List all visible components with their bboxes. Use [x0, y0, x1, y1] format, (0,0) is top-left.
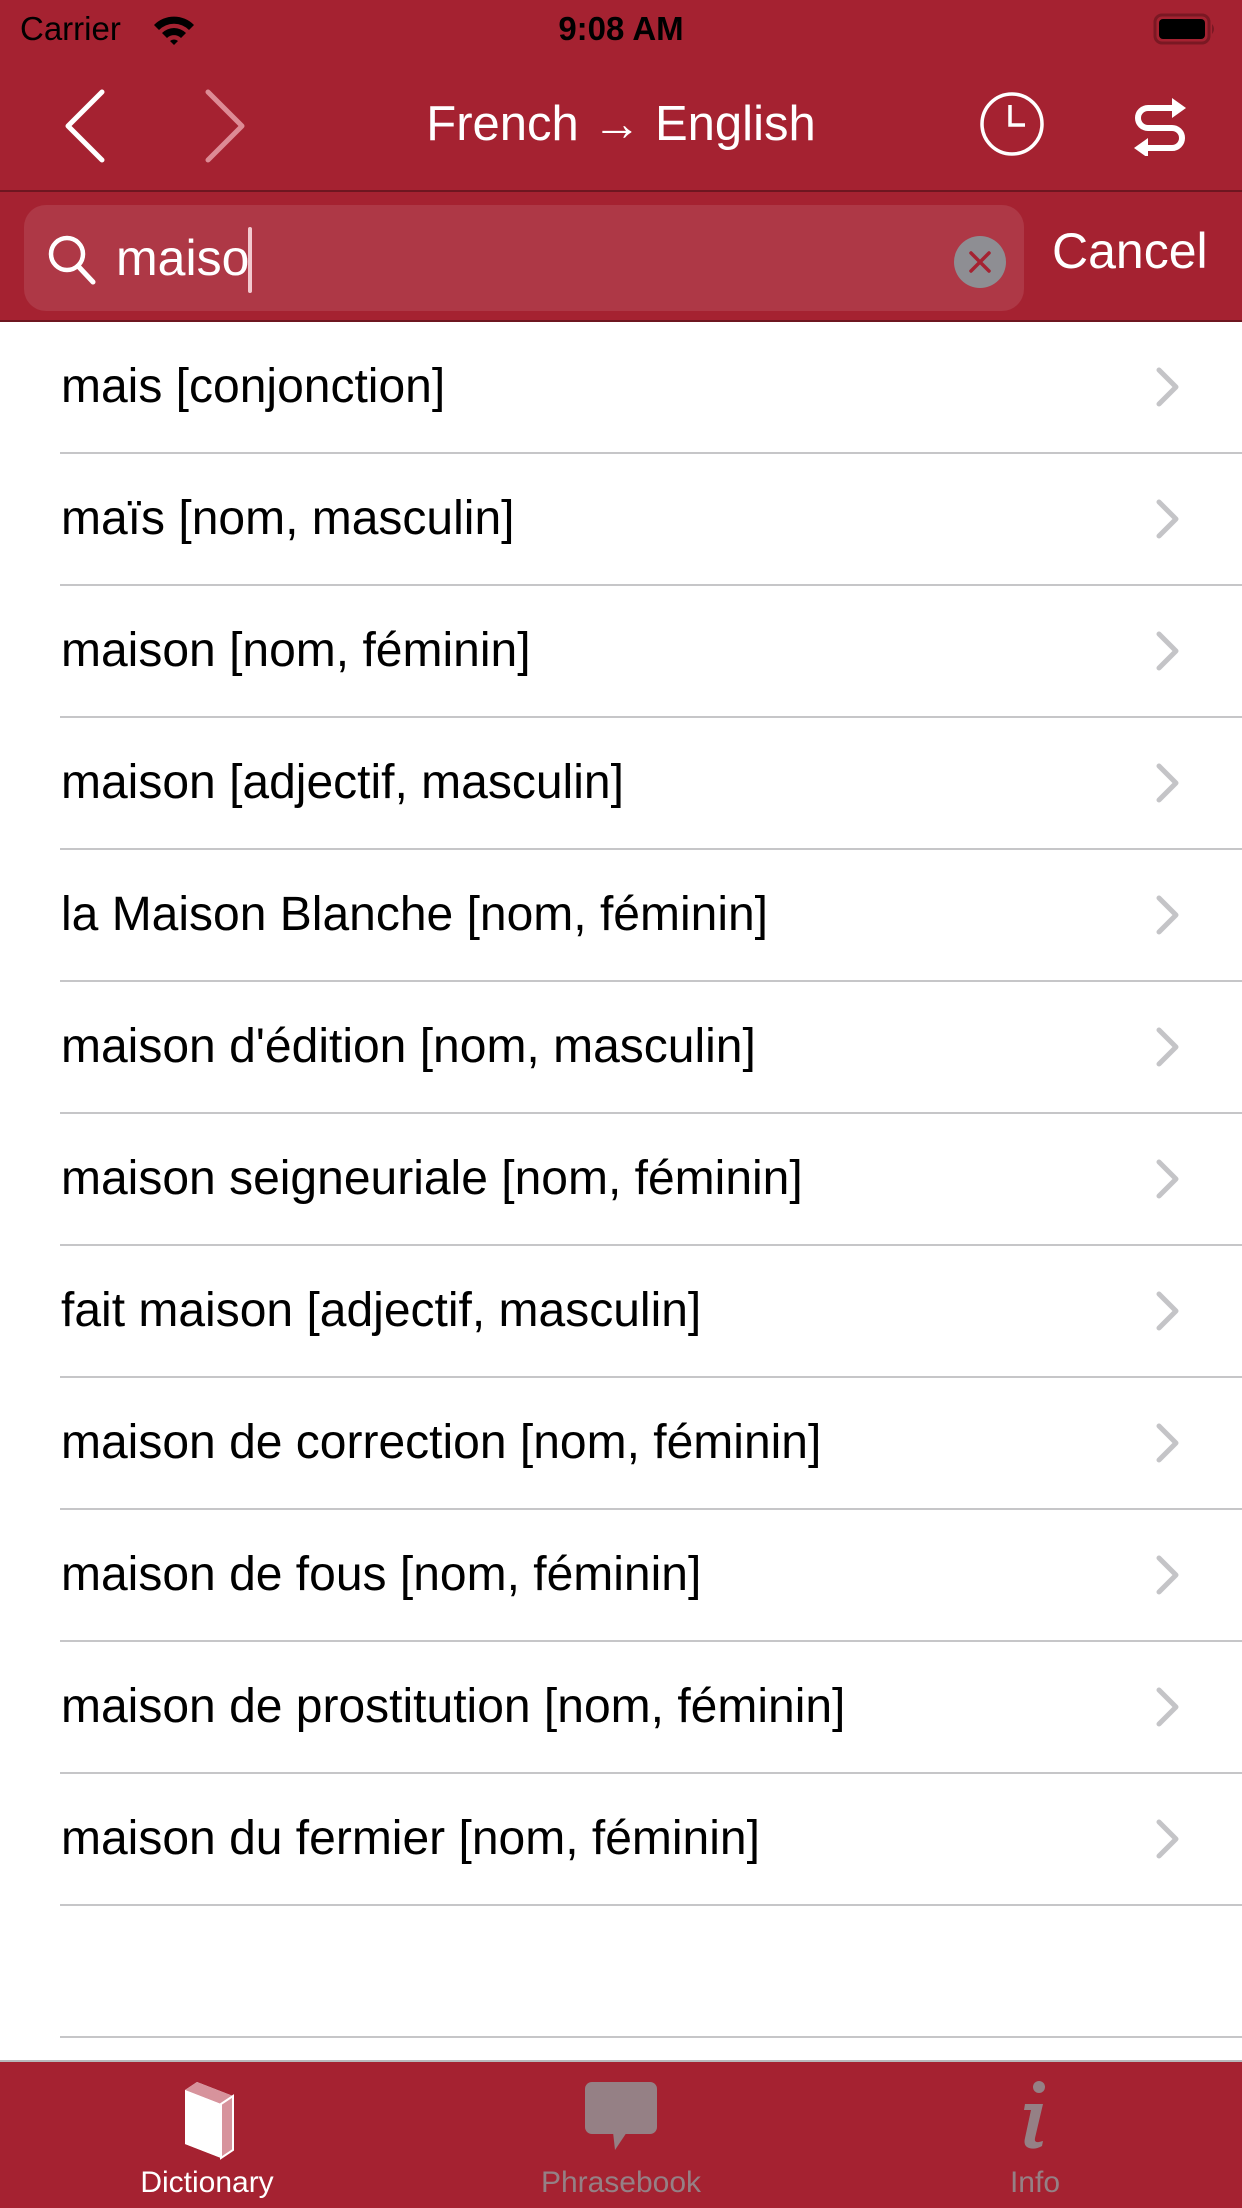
chevron-right-icon: [1156, 1027, 1179, 1067]
list-item-label: maïs [nom, masculin]: [61, 492, 515, 545]
list-item-label: maison d'édition [nom, masculin]: [61, 1020, 756, 1073]
chevron-right-icon: [1156, 631, 1179, 671]
chevron-right-icon: [1156, 1555, 1179, 1595]
tab-label: Phrasebook: [540, 2166, 702, 2199]
chevron-right-icon: [1156, 1423, 1179, 1463]
search-field[interactable]: [24, 205, 1024, 311]
search-bar: Cancel: [0, 192, 1242, 322]
tab-dictionary[interactable]: Dictionary: [0, 2062, 414, 2208]
tab-label: Info: [1009, 2166, 1061, 2199]
list-item-label: mais [conjonction]: [61, 360, 446, 413]
navigation-bar: French → English: [0, 62, 1242, 192]
status-time: 9:08 AM: [558, 10, 684, 47]
list-item-label: maison [nom, féminin]: [61, 624, 531, 677]
status-bar: Carrier 9:08 AM: [0, 0, 1242, 62]
list-item[interactable]: maïs [nom, masculin]: [0, 454, 1242, 586]
chevron-right-icon: [1156, 1159, 1179, 1199]
chevron-right-icon: [1156, 1291, 1179, 1331]
list-item[interactable]: la Maison Blanche [nom, féminin]: [0, 850, 1242, 982]
tab-phrasebook[interactable]: Phrasebook: [414, 2062, 828, 2208]
list-item[interactable]: maison [nom, féminin]: [0, 586, 1242, 718]
tab-label: Dictionary: [140, 2166, 274, 2199]
book-icon: [185, 2082, 234, 2160]
chevron-right-icon: [1156, 763, 1179, 803]
list-item[interactable]: maison d'édition [nom, masculin]: [0, 982, 1242, 1114]
list-item-label: la Maison Blanche [nom, féminin]: [61, 888, 769, 941]
list-item[interactable]: maison de prostitution [nom, féminin]: [0, 1642, 1242, 1774]
search-input[interactable]: [116, 227, 936, 289]
history-button[interactable]: [976, 88, 1048, 160]
swap-direction-button[interactable]: [1124, 90, 1196, 162]
list-item-label: fait maison [adjectif, masculin]: [61, 1284, 702, 1337]
empty-row: [0, 1906, 1242, 2038]
list-item[interactable]: maison de correction [nom, féminin]: [0, 1378, 1242, 1510]
chevron-right-icon: [1156, 895, 1179, 935]
list-item-label: maison seigneuriale [nom, féminin]: [61, 1152, 803, 1205]
row-separator: [60, 2036, 1242, 2038]
chevron-right-icon: [1156, 1687, 1179, 1727]
list-item[interactable]: maison seigneuriale [nom, féminin]: [0, 1114, 1242, 1246]
chevron-right-icon: [1156, 367, 1179, 407]
page-title: French → English: [426, 97, 816, 151]
battery-icon: [1153, 13, 1214, 45]
chevron-right-icon: [1156, 1819, 1179, 1859]
tab-bar: Dictionary Phrasebook Info: [0, 2060, 1242, 2208]
text-cursor: [248, 227, 252, 293]
cancel-button[interactable]: Cancel: [1052, 222, 1208, 280]
header: Carrier 9:08 AM French → English maiso C…: [0, 0, 1242, 322]
clear-circle-icon: [969, 251, 991, 273]
search-icon: [48, 235, 96, 285]
clear-search-button[interactable]: [954, 236, 1006, 288]
list-item-label: maison de fous [nom, féminin]: [61, 1548, 702, 1601]
list-item-label: maison de prostitution [nom, féminin]: [61, 1680, 846, 1733]
list-item[interactable]: maison de fous [nom, féminin]: [0, 1510, 1242, 1642]
list-item-label: maison de correction [nom, féminin]: [61, 1416, 822, 1469]
list-item-label: maison du fermier [nom, féminin]: [61, 1812, 760, 1865]
clock-icon: [980, 92, 1044, 156]
speech-bubble-icon: [585, 2082, 657, 2150]
swap-direction-icon: [1134, 98, 1186, 156]
list-item[interactable]: mais [conjonction]: [0, 322, 1242, 454]
list-item-label: maison [adjectif, masculin]: [61, 756, 624, 809]
results-list: mais [conjonction] maïs [nom, masculin] …: [0, 322, 1242, 2038]
tab-info[interactable]: Info: [828, 2062, 1242, 2208]
list-item[interactable]: maison du fermier [nom, féminin]: [0, 1774, 1242, 1906]
info-icon: [1024, 2081, 1045, 2149]
chevron-right-icon: [1156, 499, 1179, 539]
list-item[interactable]: fait maison [adjectif, masculin]: [0, 1246, 1242, 1378]
list-item[interactable]: maison [adjectif, masculin]: [0, 718, 1242, 850]
